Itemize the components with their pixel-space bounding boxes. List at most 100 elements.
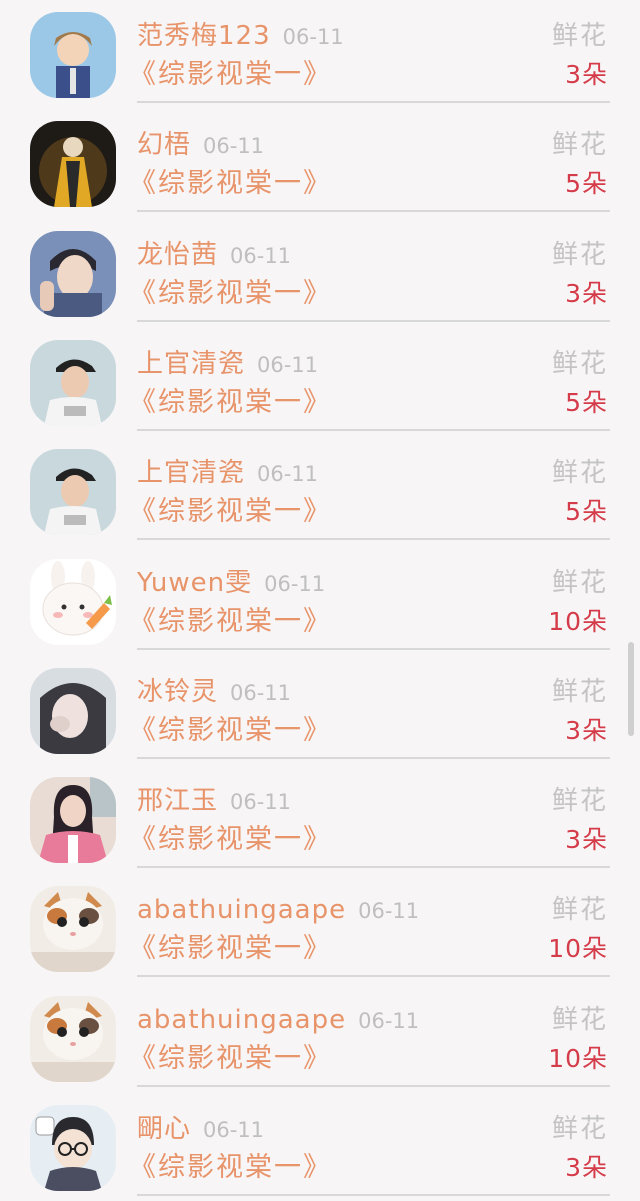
gift-date: 06-11 (264, 571, 326, 596)
user-name-text: 上官清瓷 (137, 348, 246, 379)
list-item[interactable]: 冰铃灵 06-11 《综影视棠一》 鲜花 3朵 (0, 656, 640, 765)
book-title[interactable]: 《综影视棠一》 (129, 386, 332, 420)
list-item[interactable]: 上官清瓷 06-11 《综影视棠一》 鲜花 5朵 (0, 437, 640, 546)
user-name-text: 朙心 (137, 1114, 192, 1144)
divider (137, 647, 610, 650)
user-name-text: Yuwen雯 (137, 567, 253, 598)
user-name[interactable]: 上官清瓷 06-11 (137, 457, 318, 490)
gift-count: 5朵 (565, 497, 608, 527)
avatar[interactable] (30, 12, 116, 98)
gift-count: 3朵 (565, 1153, 608, 1182)
avatar[interactable] (30, 1105, 116, 1191)
gift-count: 3朵 (565, 278, 608, 308)
divider (137, 101, 610, 103)
user-name-text: abathuingaape (137, 1004, 347, 1035)
divider (137, 210, 610, 213)
user-name[interactable]: Yuwen雯 06-11 (137, 567, 325, 600)
gift-date: 06-11 (230, 243, 292, 268)
gift-count: 3朵 (565, 825, 608, 855)
avatar[interactable] (30, 449, 116, 536)
scrollbar[interactable] (628, 642, 634, 736)
divider (137, 975, 610, 978)
avatar[interactable] (30, 558, 116, 645)
list-item[interactable]: 范秀梅123 06-11 《综影视棠一》 鲜花 3朵 (0, 0, 640, 109)
user-name[interactable]: abathuingaape 06-11 (137, 1004, 419, 1037)
list-item[interactable]: 朙心 06-11 《综影视棠一》 鲜花 3朵 (0, 1093, 640, 1201)
gift-type-label: 鲜花 (551, 348, 608, 379)
book-title[interactable]: 《综影视棠一》 (129, 58, 332, 92)
divider (137, 756, 610, 759)
user-name[interactable]: 龙怡茜 06-11 (137, 239, 291, 272)
avatar[interactable] (30, 995, 116, 1082)
gift-count: 3朵 (565, 60, 608, 89)
gift-type-label: 鲜花 (551, 676, 608, 707)
avatar[interactable] (30, 121, 116, 208)
divider (137, 428, 610, 431)
user-name-text: 范秀梅123 (137, 21, 271, 51)
list-item[interactable]: abathuingaape 06-11 《综影视棠一》 鲜花 10朵 (0, 984, 640, 1093)
gift-date: 06-11 (257, 462, 319, 487)
list-item[interactable]: 上官清瓷 06-11 《综影视棠一》 鲜花 5朵 (0, 328, 640, 437)
gift-type-label: 鲜花 (551, 130, 608, 161)
divider (137, 866, 610, 869)
gift-date: 06-11 (282, 25, 344, 49)
young-man-avatar (30, 230, 116, 317)
gift-date: 06-11 (203, 1118, 265, 1142)
user-name[interactable]: 幻梧 06-11 (137, 129, 264, 162)
avatar[interactable] (30, 777, 116, 864)
gift-type-label: 鲜花 (551, 239, 608, 270)
gift-type-label: 鲜花 (551, 567, 608, 598)
divider (137, 1194, 610, 1196)
gift-type-label: 鲜花 (551, 1114, 608, 1144)
divider (137, 319, 610, 322)
avatar[interactable] (30, 230, 116, 317)
gift-record-list[interactable]: 范秀梅123 06-11 《综影视棠一》 鲜花 3朵 幻梧 06-11 《综影视棠一》 鲜花 5朵… (0, 0, 640, 1201)
user-name-text: 幻梧 (137, 130, 192, 161)
list-item[interactable]: abathuingaape 06-11 《综影视棠一》 鲜花 10朵 (0, 874, 640, 983)
book-title[interactable]: 《综影视棠一》 (129, 277, 332, 311)
list-item[interactable]: 龙怡茜 06-11 《综影视棠一》 鲜花 3朵 (0, 219, 640, 328)
gift-date: 06-11 (358, 1008, 420, 1033)
user-name[interactable]: 范秀梅123 06-11 (137, 20, 344, 53)
user-name-text: 上官清瓷 (137, 458, 246, 489)
gift-type-label: 鲜花 (551, 458, 608, 489)
user-name[interactable]: 上官清瓷 06-11 (137, 348, 318, 381)
kitten-avatar (30, 886, 116, 973)
gift-count: 10朵 (548, 606, 608, 636)
book-title[interactable]: 《综影视棠一》 (129, 714, 332, 748)
book-title[interactable]: 《综影视棠一》 (129, 932, 332, 966)
list-item[interactable]: 邢江玉 06-11 《综影视棠一》 鲜花 3朵 (0, 765, 640, 874)
gift-type-label: 鲜花 (551, 786, 608, 817)
user-name-text: 龙怡茜 (137, 239, 219, 270)
book-title[interactable]: 《综影视棠一》 (129, 1042, 332, 1076)
man-in-cap-avatar (30, 339, 116, 426)
avatar[interactable] (30, 667, 116, 754)
gift-count: 10朵 (548, 934, 608, 964)
book-title[interactable]: 《综影视棠一》 (129, 823, 332, 857)
avatar[interactable] (30, 886, 116, 973)
golden-warrior-avatar (30, 121, 116, 208)
gift-date: 06-11 (230, 790, 292, 815)
user-name[interactable]: 冰铃灵 06-11 (137, 676, 291, 709)
user-name-text: abathuingaape (137, 895, 347, 926)
list-item[interactable]: 幻梧 06-11 《综影视棠一》 鲜花 5朵 (0, 109, 640, 218)
cartoon-rabbit-avatar (30, 558, 116, 645)
book-title[interactable]: 《综影视棠一》 (129, 495, 332, 529)
gift-date: 06-11 (230, 680, 292, 705)
user-name[interactable]: 邢江玉 06-11 (137, 785, 291, 818)
user-name[interactable]: abathuingaape 06-11 (137, 894, 419, 927)
gift-date: 06-11 (203, 134, 265, 159)
avatar[interactable] (30, 339, 116, 426)
gift-type-label: 鲜花 (551, 21, 608, 51)
girl-selfie-avatar (30, 667, 116, 754)
book-title[interactable]: 《综影视棠一》 (129, 167, 332, 201)
book-title[interactable]: 《综影视棠一》 (129, 1151, 332, 1185)
book-title[interactable]: 《综影视棠一》 (129, 605, 332, 639)
list-item[interactable]: Yuwen雯 06-11 《综影视棠一》 鲜花 10朵 (0, 547, 640, 656)
user-name-text: 邢江玉 (137, 786, 219, 817)
user-name[interactable]: 朙心 06-11 (137, 1113, 264, 1146)
cartoon-glasses-avatar (30, 1105, 116, 1191)
girl-pink-jacket-avatar (30, 777, 116, 864)
gift-count: 5朵 (565, 387, 608, 417)
gift-type-label: 鲜花 (551, 895, 608, 926)
